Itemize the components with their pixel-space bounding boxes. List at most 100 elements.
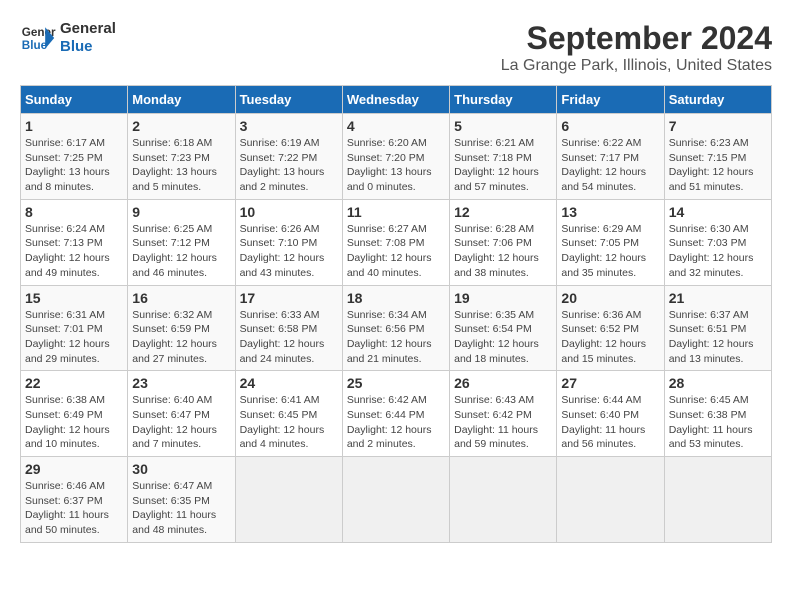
- header-cell-tuesday: Tuesday: [235, 86, 342, 114]
- day-cell: 28 Sunrise: 6:45 AM Sunset: 6:38 PM Dayli…: [664, 371, 771, 457]
- day-cell: 27 Sunrise: 6:44 AM Sunset: 6:40 PM Dayli…: [557, 371, 664, 457]
- day-cell: 17Sunrise: 6:33 AM Sunset: 6:58 PM Dayli…: [235, 285, 342, 371]
- day-number: 13: [561, 204, 659, 220]
- day-info: Sunrise: 6:23 AM Sunset: 7:15 PM Dayligh…: [669, 136, 767, 195]
- header-cell-wednesday: Wednesday: [342, 86, 449, 114]
- day-number: 16: [132, 290, 230, 306]
- day-info: Sunrise: 6:46 AM Sunset: 6:37 PM Dayligh…: [25, 479, 123, 538]
- day-info: Sunrise: 6:24 AM Sunset: 7:13 PM Dayligh…: [25, 222, 123, 281]
- logo-icon: General Blue: [20, 20, 56, 56]
- page-subtitle: La Grange Park, Illinois, United States: [501, 57, 772, 75]
- day-number: 25: [347, 375, 445, 391]
- day-info: Sunrise: 6:20 AM Sunset: 7:20 PM Dayligh…: [347, 136, 445, 195]
- day-cell: 24 Sunrise: 6:41 AM Sunset: 6:45 PM Dayli…: [235, 371, 342, 457]
- day-cell: 7 Sunrise: 6:23 AM Sunset: 7:15 PM Daylig…: [664, 114, 771, 200]
- day-info: Sunrise: 6:47 AM Sunset: 6:35 PM Dayligh…: [132, 479, 230, 538]
- day-number: 15: [25, 290, 123, 306]
- day-cell: 25 Sunrise: 6:42 AM Sunset: 6:44 PM Dayli…: [342, 371, 449, 457]
- week-row-1: 1Sunrise: 6:17 AM Sunset: 7:25 PM Daylig…: [21, 114, 772, 200]
- day-number: 23: [132, 375, 230, 391]
- day-number: 19: [454, 290, 552, 306]
- header-row: SundayMondayTuesdayWednesdayThursdayFrid…: [21, 86, 772, 114]
- day-info: Sunrise: 6:37 AM Sunset: 6:51 PM Dayligh…: [669, 308, 767, 367]
- day-number: 12: [454, 204, 552, 220]
- day-cell: [450, 457, 557, 543]
- page-title: September 2024: [501, 20, 772, 57]
- day-number: 6: [561, 118, 659, 134]
- day-info: Sunrise: 6:21 AM Sunset: 7:18 PM Dayligh…: [454, 136, 552, 195]
- day-cell: [342, 457, 449, 543]
- day-number: 7: [669, 118, 767, 134]
- day-cell: 18 Sunrise: 6:34 AM Sunset: 6:56 PM Dayli…: [342, 285, 449, 371]
- day-info: Sunrise: 6:19 AM Sunset: 7:22 PM Dayligh…: [240, 136, 338, 195]
- day-number: 5: [454, 118, 552, 134]
- day-info: Sunrise: 6:22 AM Sunset: 7:17 PM Dayligh…: [561, 136, 659, 195]
- day-cell: 19 Sunrise: 6:35 AM Sunset: 6:54 PM Dayli…: [450, 285, 557, 371]
- day-info: Sunrise: 6:40 AM Sunset: 6:47 PM Dayligh…: [132, 393, 230, 452]
- day-info: Sunrise: 6:43 AM Sunset: 6:42 PM Dayligh…: [454, 393, 552, 452]
- calendar-table: SundayMondayTuesdayWednesdayThursdayFrid…: [20, 85, 772, 543]
- week-row-4: 22 Sunrise: 6:38 AM Sunset: 6:49 PM Dayli…: [21, 371, 772, 457]
- day-info: Sunrise: 6:29 AM Sunset: 7:05 PM Dayligh…: [561, 222, 659, 281]
- day-number: 24: [240, 375, 338, 391]
- day-number: 27: [561, 375, 659, 391]
- day-cell: 22 Sunrise: 6:38 AM Sunset: 6:49 PM Dayli…: [21, 371, 128, 457]
- day-number: 28: [669, 375, 767, 391]
- day-cell: 23 Sunrise: 6:40 AM Sunset: 6:47 PM Dayli…: [128, 371, 235, 457]
- logo-line2: Blue: [60, 38, 116, 56]
- day-number: 14: [669, 204, 767, 220]
- title-block: September 2024 La Grange Park, Illinois,…: [501, 20, 772, 75]
- day-cell: 10 Sunrise: 6:26 AM Sunset: 7:10 PM Dayli…: [235, 199, 342, 285]
- day-info: Sunrise: 6:38 AM Sunset: 6:49 PM Dayligh…: [25, 393, 123, 452]
- day-cell: 9Sunrise: 6:25 AM Sunset: 7:12 PM Daylig…: [128, 199, 235, 285]
- day-cell: 26 Sunrise: 6:43 AM Sunset: 6:42 PM Dayli…: [450, 371, 557, 457]
- day-info: Sunrise: 6:45 AM Sunset: 6:38 PM Dayligh…: [669, 393, 767, 452]
- day-info: Sunrise: 6:42 AM Sunset: 6:44 PM Dayligh…: [347, 393, 445, 452]
- day-number: 11: [347, 204, 445, 220]
- day-number: 3: [240, 118, 338, 134]
- header-cell-thursday: Thursday: [450, 86, 557, 114]
- day-number: 4: [347, 118, 445, 134]
- day-cell: [235, 457, 342, 543]
- day-info: Sunrise: 6:31 AM Sunset: 7:01 PM Dayligh…: [25, 308, 123, 367]
- day-info: Sunrise: 6:26 AM Sunset: 7:10 PM Dayligh…: [240, 222, 338, 281]
- day-info: Sunrise: 6:36 AM Sunset: 6:52 PM Dayligh…: [561, 308, 659, 367]
- day-number: 29: [25, 461, 123, 477]
- day-cell: 5 Sunrise: 6:21 AM Sunset: 7:18 PM Daylig…: [450, 114, 557, 200]
- day-info: Sunrise: 6:33 AM Sunset: 6:58 PM Dayligh…: [240, 308, 338, 367]
- day-info: Sunrise: 6:35 AM Sunset: 6:54 PM Dayligh…: [454, 308, 552, 367]
- day-number: 8: [25, 204, 123, 220]
- day-cell: 8 Sunrise: 6:24 AM Sunset: 7:13 PM Daylig…: [21, 199, 128, 285]
- day-info: Sunrise: 6:44 AM Sunset: 6:40 PM Dayligh…: [561, 393, 659, 452]
- logo: General Blue General Blue: [20, 20, 116, 56]
- week-row-5: 29 Sunrise: 6:46 AM Sunset: 6:37 PM Dayli…: [21, 457, 772, 543]
- header-cell-friday: Friday: [557, 86, 664, 114]
- day-number: 9: [132, 204, 230, 220]
- day-info: Sunrise: 6:28 AM Sunset: 7:06 PM Dayligh…: [454, 222, 552, 281]
- svg-text:Blue: Blue: [22, 39, 48, 52]
- day-number: 21: [669, 290, 767, 306]
- day-cell: 12 Sunrise: 6:28 AM Sunset: 7:06 PM Dayli…: [450, 199, 557, 285]
- day-number: 18: [347, 290, 445, 306]
- logo-line1: General: [60, 20, 116, 38]
- day-cell: 6 Sunrise: 6:22 AM Sunset: 7:17 PM Daylig…: [557, 114, 664, 200]
- day-number: 10: [240, 204, 338, 220]
- week-row-2: 8 Sunrise: 6:24 AM Sunset: 7:13 PM Daylig…: [21, 199, 772, 285]
- day-cell: 20 Sunrise: 6:36 AM Sunset: 6:52 PM Dayli…: [557, 285, 664, 371]
- day-cell: 15 Sunrise: 6:31 AM Sunset: 7:01 PM Dayli…: [21, 285, 128, 371]
- day-cell: 21 Sunrise: 6:37 AM Sunset: 6:51 PM Dayli…: [664, 285, 771, 371]
- day-cell: 13 Sunrise: 6:29 AM Sunset: 7:05 PM Dayli…: [557, 199, 664, 285]
- day-number: 20: [561, 290, 659, 306]
- day-cell: 11 Sunrise: 6:27 AM Sunset: 7:08 PM Dayli…: [342, 199, 449, 285]
- day-info: Sunrise: 6:32 AM Sunset: 6:59 PM Dayligh…: [132, 308, 230, 367]
- day-info: Sunrise: 6:41 AM Sunset: 6:45 PM Dayligh…: [240, 393, 338, 452]
- day-info: Sunrise: 6:27 AM Sunset: 7:08 PM Dayligh…: [347, 222, 445, 281]
- day-info: Sunrise: 6:34 AM Sunset: 6:56 PM Dayligh…: [347, 308, 445, 367]
- day-number: 2: [132, 118, 230, 134]
- day-cell: [664, 457, 771, 543]
- day-number: 22: [25, 375, 123, 391]
- day-number: 26: [454, 375, 552, 391]
- day-number: 30: [132, 461, 230, 477]
- day-info: Sunrise: 6:30 AM Sunset: 7:03 PM Dayligh…: [669, 222, 767, 281]
- day-cell: [557, 457, 664, 543]
